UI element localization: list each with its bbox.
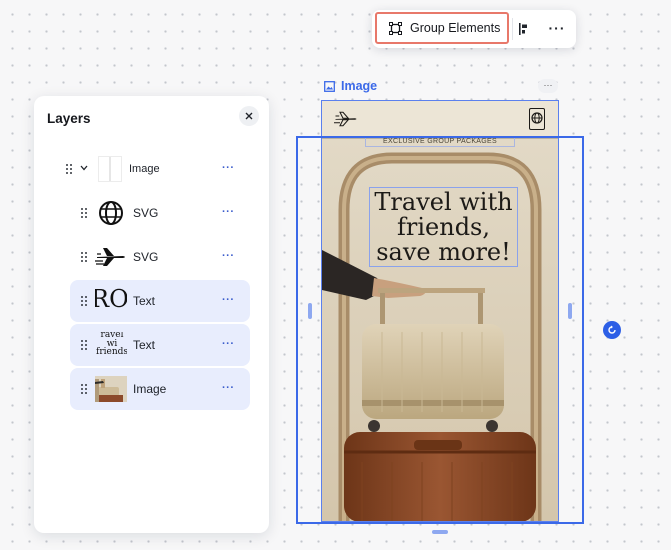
layer-label: Text: [133, 338, 156, 352]
layer-label: SVG: [133, 250, 159, 264]
element-more-button[interactable]: ···: [538, 79, 558, 93]
layer-label: SVG: [133, 206, 159, 220]
passport-badge[interactable]: [529, 108, 545, 130]
headline-line: Travel with: [374, 188, 513, 216]
drag-handle-icon[interactable]: [81, 208, 87, 218]
layer-more-button[interactable]: ···: [222, 206, 235, 218]
thumbnail-text: ROU: [95, 288, 127, 313]
layers-title: Layers: [47, 111, 91, 126]
travel-poster[interactable]: EXCLUSIVE GROUP PACKAGES Travel with fri…: [322, 100, 558, 522]
layer-label: Image: [133, 382, 167, 396]
layer-row-svg-globe[interactable]: SVG ···: [70, 192, 250, 234]
close-button[interactable]: [239, 106, 259, 126]
resize-handle-bottom[interactable]: [432, 530, 448, 534]
layer-thumbnail-globe: [95, 200, 127, 226]
layer-more-button[interactable]: ···: [222, 382, 235, 394]
align-button[interactable]: [516, 20, 534, 38]
resize-handle-left[interactable]: [308, 303, 312, 319]
align-left-icon: [519, 23, 527, 35]
headline-line: save more!: [376, 238, 511, 266]
banner-text[interactable]: EXCLUSIVE GROUP PACKAGES: [365, 137, 515, 147]
thumbnail-text: ravel wi friends save mor: [95, 332, 127, 358]
poster-header: [322, 100, 558, 138]
headline-line: friends,: [397, 213, 490, 241]
layer-label: Image: [129, 163, 160, 175]
toolbar-more-button[interactable]: ···: [544, 19, 570, 39]
group-icon: [389, 21, 402, 35]
layer-more-button[interactable]: ···: [222, 294, 235, 306]
close-icon: [245, 112, 253, 120]
airplane-icon: [95, 248, 125, 266]
selected-element-tag[interactable]: Image: [324, 79, 377, 93]
suitcase-photo-thumbnail: [95, 376, 127, 402]
layer-thumbnail-text-large: ROU: [95, 288, 127, 314]
rotate-button[interactable]: [603, 321, 621, 339]
globe-icon: [99, 201, 123, 225]
layer-row-image-parent[interactable]: Image ···: [54, 148, 250, 190]
layer-thumbnail-image: [98, 156, 122, 182]
resize-handle-right[interactable]: [568, 303, 572, 319]
group-elements-button[interactable]: Group Elements: [375, 12, 509, 44]
layer-thumbnail-text-small: ravel wi friends save mor: [95, 332, 127, 358]
layer-more-button[interactable]: ···: [222, 250, 235, 262]
layer-row-image[interactable]: Image ···: [70, 368, 250, 410]
layers-panel: Layers Image ··· SVG ··· SVG ··· RO Text…: [34, 96, 269, 533]
globe-icon: [531, 112, 543, 124]
drag-handle-icon[interactable]: [81, 384, 87, 394]
layer-more-button[interactable]: ···: [222, 338, 235, 350]
layer-row-svg-plane[interactable]: SVG ···: [70, 236, 250, 278]
image-icon: [324, 80, 335, 92]
selected-element-label: Image: [341, 79, 378, 93]
rotate-icon: [608, 325, 616, 334]
drag-handle-icon[interactable]: [66, 164, 72, 174]
poster-photo: [322, 138, 558, 522]
floating-toolbar: Group Elements ···: [372, 10, 576, 48]
toolbar-divider: [512, 18, 513, 40]
drag-handle-icon[interactable]: [81, 340, 87, 350]
layer-thumbnail-suitcase: [95, 376, 127, 402]
headline-text[interactable]: Travel with friends, save more!: [369, 187, 518, 267]
layer-row-text-large[interactable]: ROU Text ···: [70, 280, 250, 322]
chevron-down-icon[interactable]: [80, 165, 88, 171]
layer-label: Text: [133, 294, 156, 308]
drag-handle-icon[interactable]: [81, 296, 87, 306]
layer-thumbnail-plane: [95, 244, 127, 270]
drag-handle-icon[interactable]: [81, 252, 87, 262]
layer-more-button[interactable]: ···: [222, 162, 235, 174]
airplane-icon[interactable]: [334, 109, 358, 129]
layer-row-text-small[interactable]: ravel wi friends save mor Text ···: [70, 324, 250, 366]
group-elements-label: Group Elements: [410, 21, 501, 35]
